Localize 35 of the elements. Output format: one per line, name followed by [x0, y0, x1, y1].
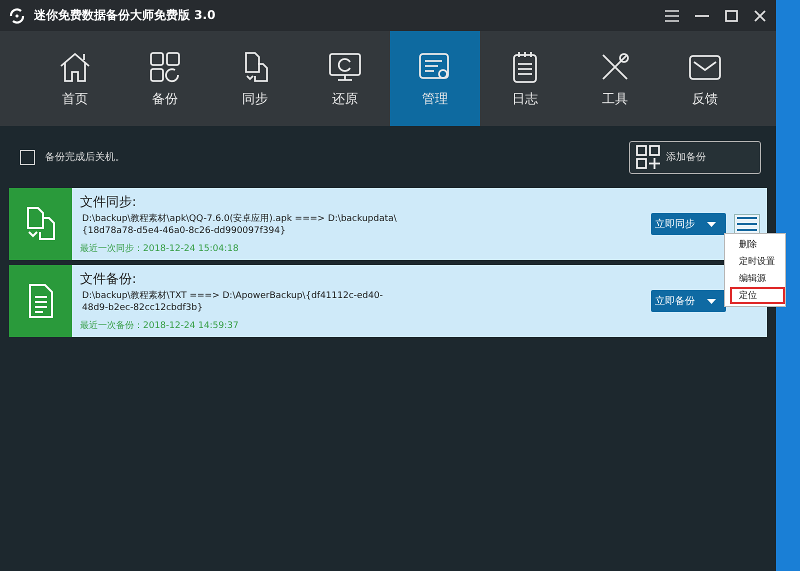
more-menu-button[interactable] — [734, 214, 760, 234]
run-now-button[interactable]: 立即备份 — [651, 290, 726, 312]
nav-tab[interactable]: 日志 — [480, 31, 570, 126]
shutdown-checkbox[interactable]: 备份完成后关机。 — [20, 150, 125, 164]
nav-tab[interactable]: 备份 — [120, 31, 210, 126]
nav-tab[interactable]: 管理 — [390, 31, 480, 126]
maximize-icon[interactable] — [725, 10, 738, 22]
task-path: D:\backup\教程素材\TXT ===> D:\ApowerBackup\{df41112c-ed40-48d9-b2ec-82cc12cbdf3b} — [82, 291, 384, 315]
menu-icon[interactable] — [665, 10, 679, 22]
nav-tab[interactable]: 还原 — [300, 31, 390, 126]
menu-item[interactable]: 定位 — [730, 287, 785, 304]
window-title: 迷你免费数据备份大师免费版 3.0 — [34, 7, 216, 24]
menu-item[interactable]: 编辑源 — [725, 270, 785, 287]
dropdown-caret-icon — [707, 298, 716, 304]
last-run-time: 最近一次备份：2018-12-24 14:59:37 — [80, 320, 240, 332]
nav-tab[interactable]: 工具 — [570, 31, 660, 126]
nav-tab[interactable]: 反馈 — [660, 31, 750, 126]
task-title: 文件同步: — [80, 194, 138, 212]
close-icon[interactable] — [754, 10, 766, 22]
menu-item[interactable]: 定时设置 — [725, 253, 785, 270]
task-path: D:\backup\教程素材\apk\QQ-7.6.0(安卓应用).apk ===> D:\backupdata\{18d78a78-d5e4-46a0-8c26-dd990097f394} — [82, 214, 398, 238]
grid-icon — [148, 50, 182, 84]
files-sync-icon — [24, 206, 56, 242]
checkbox[interactable] — [20, 150, 35, 164]
nav-tab[interactable]: 首页 — [30, 31, 120, 126]
add-backup-button[interactable]: 添加备份 — [629, 140, 761, 174]
last-run-time: 最近一次同步：2018-12-24 15:04:18 — [80, 242, 240, 255]
run-now-button[interactable]: 立即同步 — [651, 213, 726, 235]
add-grid-icon — [636, 145, 660, 169]
task-title: 文件备份: — [80, 271, 138, 288]
logo-icon — [8, 8, 26, 24]
menu-item[interactable]: 删除 — [725, 236, 785, 253]
dropdown-caret-icon — [707, 222, 716, 226]
document-icon — [28, 283, 54, 319]
nav-tab[interactable]: 同步 — [210, 31, 300, 126]
